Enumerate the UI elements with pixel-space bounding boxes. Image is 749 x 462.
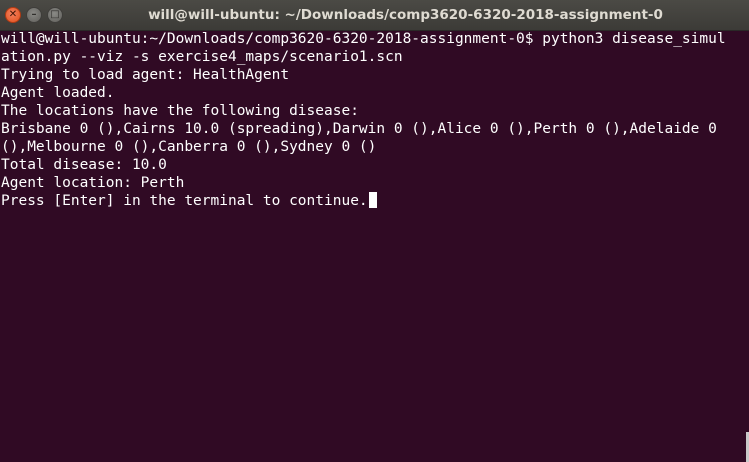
window-title: will@will-ubuntu: ~/Downloads/comp3620-6… [148, 7, 663, 23]
terminal-line: ation.py --viz -s exercise4_maps/scenari… [1, 49, 403, 65]
terminal-line: Brisbane 0 (),Cairns 10.0 (spreading),Da… [1, 121, 717, 137]
terminal-line: Agent loaded. [1, 85, 115, 101]
close-icon[interactable]: ✕ [5, 7, 21, 23]
terminal-window: ✕ – □ will@will-ubuntu: ~/Downloads/comp… [0, 0, 749, 462]
terminal-line: Total disease: 10.0 [1, 157, 167, 173]
minimize-icon[interactable]: – [26, 7, 42, 23]
terminal-line: (),Melbourne 0 (),Canberra 0 (),Sydney 0… [1, 139, 377, 155]
terminal-prompt-line: Press [Enter] in the terminal to continu… [1, 192, 746, 210]
maximize-icon[interactable]: □ [47, 7, 63, 23]
terminal-line: Trying to load agent: HealthAgent [1, 67, 290, 83]
title-bar[interactable]: ✕ – □ will@will-ubuntu: ~/Downloads/comp… [0, 0, 749, 31]
terminal-line: The locations have the following disease… [1, 103, 359, 119]
terminal-line: Agent location: Perth [1, 175, 185, 191]
text-cursor [368, 192, 377, 208]
terminal-output[interactable]: will@will-ubuntu:~/Downloads/comp3620-63… [1, 30, 746, 462]
terminal-line-text: Press [Enter] in the terminal to continu… [1, 193, 368, 209]
terminal-line: will@will-ubuntu:~/Downloads/comp3620-63… [1, 31, 726, 47]
